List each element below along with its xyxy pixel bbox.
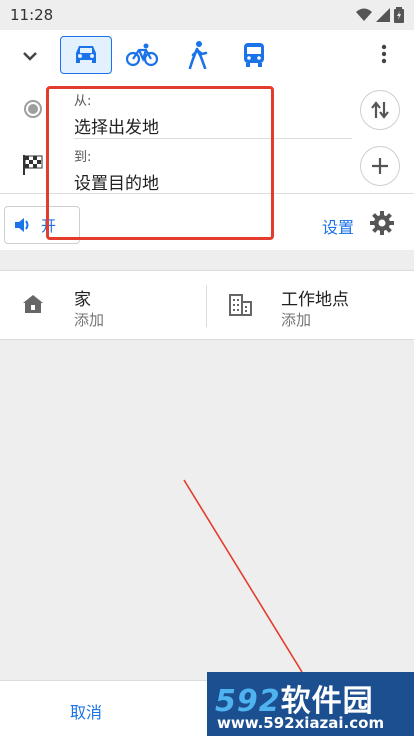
place-work-title: 工作地点 [281, 290, 349, 310]
watermark-url: www.592xiazai.com [217, 714, 385, 732]
home-icon [23, 295, 43, 313]
overflow-menu-button[interactable] [376, 44, 392, 68]
destination-flag-icon [23, 155, 43, 175]
walk-icon [188, 41, 208, 69]
battery-icon [394, 7, 404, 23]
place-home[interactable]: 家 添加 [0, 271, 200, 341]
car-icon [76, 46, 96, 63]
status-icons [356, 7, 404, 23]
place-home-subtitle: 添加 [74, 311, 105, 329]
gear-icon[interactable] [370, 211, 394, 235]
volume-icon [15, 218, 29, 232]
chevron-down-icon [23, 52, 37, 61]
place-home-title: 家 [74, 290, 91, 310]
place-work-subtitle: 添加 [281, 311, 312, 329]
plus-icon [372, 158, 388, 174]
add-stop-button[interactable] [360, 146, 400, 186]
site-watermark: 592软件园 www.592xiazai.com [207, 672, 414, 736]
status-bar: 11:28 [0, 0, 414, 30]
bike-icon [126, 43, 158, 67]
wifi-icon [356, 8, 372, 21]
mode-walk-button[interactable] [172, 36, 224, 74]
origin-dot-icon [24, 100, 42, 118]
work-building-icon [229, 294, 252, 316]
mode-car-button[interactable] [60, 36, 112, 74]
cancel-button[interactable]: 取消 [70, 699, 102, 723]
bus-icon [244, 43, 264, 67]
travel-mode-row [0, 30, 414, 80]
saved-places-row: 家 添加 工作地点 添加 [0, 270, 414, 340]
mode-bike-button[interactable] [116, 36, 168, 74]
settings-link[interactable]: 设置 [322, 214, 354, 238]
place-work[interactable]: 工作地点 添加 [207, 271, 407, 341]
swap-button[interactable] [360, 90, 400, 130]
status-time: 11:28 [10, 6, 54, 24]
highlight-annotation-box [46, 86, 274, 240]
collapse-button[interactable] [18, 44, 46, 68]
more-vert-icon [381, 44, 387, 64]
mode-bus-button[interactable] [228, 36, 280, 74]
signal-icon [376, 8, 390, 22]
swap-vert-icon [371, 101, 389, 119]
